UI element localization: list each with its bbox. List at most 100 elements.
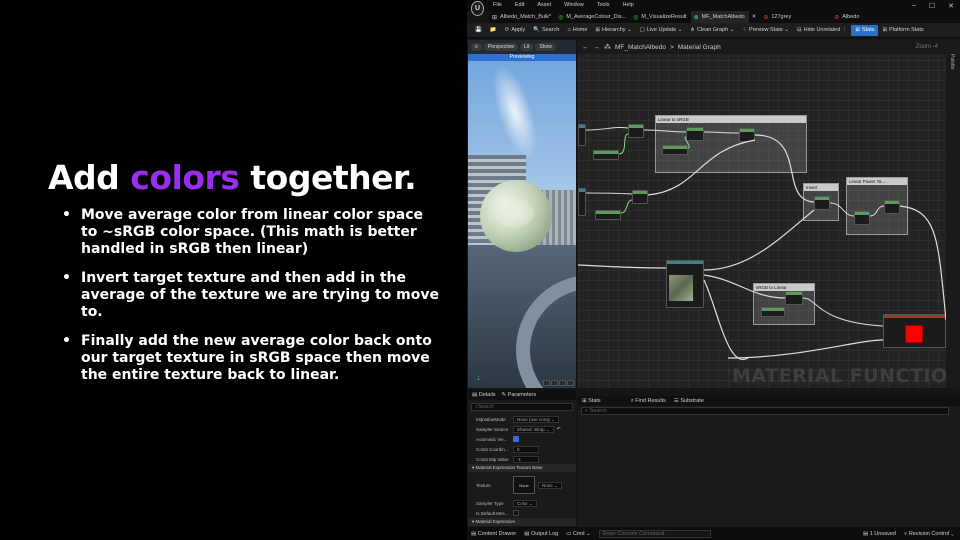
preview-sphere — [480, 180, 552, 252]
menu-asset[interactable]: Asset — [537, 2, 551, 8]
tab-details[interactable]: ▤ Details — [472, 392, 496, 398]
clean-graph-button[interactable]: ⋔ Clean Graph ⌄ — [686, 25, 738, 36]
unreal-logo-icon[interactable]: U — [471, 1, 484, 16]
output-color-swatch — [905, 325, 923, 343]
cube-mesh-icon[interactable] — [567, 380, 574, 386]
hierarchy-button[interactable]: ⊞ Hierarchy ⌄ — [591, 25, 635, 36]
hide-unrelated-button[interactable]: ⊟ Hide Unrelated ⋮ — [793, 25, 851, 36]
sampler-type-dropdown[interactable]: Color ⌄ — [513, 499, 537, 507]
tab-albedo[interactable]: ⊘ Albedo — [831, 11, 863, 23]
automatic-view-checkbox[interactable] — [513, 436, 519, 442]
maximize-button[interactable]: ☐ — [929, 2, 935, 10]
platform-stats-icon: ⊞ — [882, 27, 888, 33]
material-icon: ◎ — [633, 14, 639, 21]
menu-edit[interactable]: Edit — [515, 2, 524, 8]
show-button[interactable]: Show — [535, 43, 556, 51]
platform-stats-button[interactable]: ⊞ Platform Stats — [878, 25, 927, 36]
property-row: Sampler Type Color ⌄ — [468, 498, 576, 508]
details-search-input[interactable]: ⌕ Search — [471, 403, 573, 411]
apply-button[interactable]: ⟳ Apply — [501, 25, 529, 36]
drawer-icon: ▤ — [471, 530, 478, 537]
sampler-source-dropdown[interactable]: Shared: Wrap ⌄ — [513, 425, 554, 433]
reset-arrow-icon[interactable]: ↶ — [557, 426, 561, 432]
perspective-button[interactable]: Perspective — [483, 43, 519, 51]
live-update-button[interactable]: ▢ Live Update ⌄ — [636, 25, 687, 36]
details-panel: ▤ Details ✎ Parameters ⌕ Search MipValue… — [468, 390, 576, 527]
minimize-button[interactable]: – — [912, 2, 916, 10]
menu-window[interactable]: Window — [564, 2, 584, 8]
unsaved-button[interactable]: ▤ 1 Unsaved — [863, 531, 896, 537]
tab-stats[interactable]: ⊞ Stats — [582, 398, 601, 404]
menu-tools[interactable]: Tools — [597, 2, 610, 8]
section-header[interactable]: ▾ Material Expression Texture Base — [468, 464, 576, 472]
const-coordinate-input[interactable]: 0 — [513, 445, 539, 453]
preview-mesh-buttons — [543, 380, 574, 386]
stats-search-input[interactable]: ⌕ Search — [581, 407, 949, 415]
plane-mesh-icon[interactable] — [559, 380, 566, 386]
material-graph[interactable]: ← → ⁂ MF_MatchAlbedo > Material Graph Zo… — [578, 40, 946, 388]
tab-find-results[interactable]: ⌕ Find Results — [631, 398, 666, 405]
status-bar: ▤ Content Drawer ▤ Output Log ▭ Cmd ⌄ En… — [467, 527, 960, 540]
stats-panel: ⊞ Stats ⌕ Find Results ☰ Substrate ⌕ Sea… — [578, 396, 960, 527]
output-log-button[interactable]: ▤ Output Log — [524, 531, 558, 537]
section-header[interactable]: ▾ Material Expression — [468, 518, 576, 526]
bullet-list: Move average color from linear color spa… — [62, 207, 444, 396]
tab-m-averagecolour[interactable]: ◎ M_AverageColour_Dis... — [555, 11, 630, 23]
slide-title: Add colors together. — [48, 158, 417, 197]
stats-button[interactable]: ⊞ Stats — [851, 24, 879, 36]
browse-button[interactable]: 📁 — [486, 25, 501, 36]
save-icon: 💾 — [475, 27, 482, 33]
tab-parameters[interactable]: ✎ Parameters — [502, 392, 537, 398]
property-row: Is Default Mes... — [468, 508, 576, 518]
material-editor-window: U File Edit Asset Window Tools Help – ☐ … — [467, 0, 960, 540]
search-icon: 🔍 — [533, 27, 540, 33]
menu-help[interactable]: Help — [623, 2, 634, 8]
texture-thumbnail[interactable]: None — [513, 476, 535, 494]
terminal-icon: ▭ — [566, 530, 573, 537]
content-drawer-button[interactable]: ▤ Content Drawer — [471, 531, 516, 537]
axis-gizmo-icon: ⊥ — [476, 376, 482, 382]
home-icon: ⌂ — [567, 27, 571, 33]
tab-127grey[interactable]: ⊘ 127grey — [760, 11, 795, 23]
unsaved-icon: ▤ — [862, 530, 870, 537]
tab-mf-matchalbedo[interactable]: ⊗ MF_MatchAlbedo — [690, 11, 749, 23]
search-button[interactable]: 🔍 Search — [529, 25, 563, 36]
const-mip-value-input[interactable]: -1 — [513, 455, 539, 463]
palette-side-tab[interactable]: Palette — [946, 40, 960, 388]
lit-button[interactable]: Lit — [520, 43, 534, 51]
details-icon: ▤ — [472, 392, 479, 398]
menu-file[interactable]: File — [493, 2, 502, 8]
blueprint-icon: ⊞ — [492, 14, 498, 21]
node-wires — [578, 126, 946, 361]
revision-control-button[interactable]: ⑂ Revision Control ⌄ — [904, 531, 954, 537]
clean-graph-icon: ⋔ — [690, 27, 695, 33]
close-window-button[interactable]: ✕ — [948, 2, 954, 10]
property-row: Const Mip Value -1 — [468, 454, 576, 464]
material-function-icon: ⊗ — [693, 14, 699, 21]
sphere-mesh-icon[interactable] — [551, 380, 558, 386]
log-icon: ▤ — [524, 530, 531, 537]
tab-albedo-match-bulk[interactable]: ⊞ Albedo_Match_Bulk* — [489, 11, 555, 23]
tab-close-button[interactable]: ✕ — [749, 11, 761, 23]
tab-m-visualizeresult[interactable]: ◎ M_VisualizeResult — [630, 11, 690, 23]
cmd-dropdown[interactable]: ▭ Cmd ⌄ — [566, 531, 590, 537]
home-button[interactable]: ⌂ Home — [563, 25, 591, 36]
console-command-input[interactable]: Enter Console Command — [598, 529, 711, 538]
viewport-options-button[interactable]: ≡ — [471, 43, 482, 51]
texture-asset-dropdown[interactable]: None ⌄ — [538, 481, 562, 489]
cylinder-mesh-icon[interactable] — [543, 380, 550, 386]
bullet-item: Finally add the new average color back o… — [62, 333, 444, 384]
save-button[interactable]: 💾 — [471, 25, 486, 36]
preview-state-button[interactable]: ⁘ Preview State ⌄ — [738, 25, 793, 36]
folder-icon: 📁 — [489, 27, 497, 33]
material-icon: ◎ — [558, 14, 564, 21]
texture-icon: ⊘ — [763, 14, 769, 21]
mip-value-mode-dropdown[interactable]: None (use comp ⌄ — [513, 415, 560, 423]
property-row: Texture None None ⌄ — [468, 472, 576, 498]
asset-tab-bar: ⊞ Albedo_Match_Bulk* ◎ M_AverageColour_Dis… — [489, 11, 960, 23]
stats-icon: ⊞ — [855, 27, 860, 33]
is-default-mesh-checkbox[interactable] — [513, 510, 519, 516]
hierarchy-icon: ⊞ — [595, 27, 600, 33]
tab-substrate[interactable]: ☰ Substrate — [674, 398, 704, 404]
preview-viewport[interactable]: ≡ Perspective Lit Show Previewing ⊥ — [468, 40, 576, 388]
